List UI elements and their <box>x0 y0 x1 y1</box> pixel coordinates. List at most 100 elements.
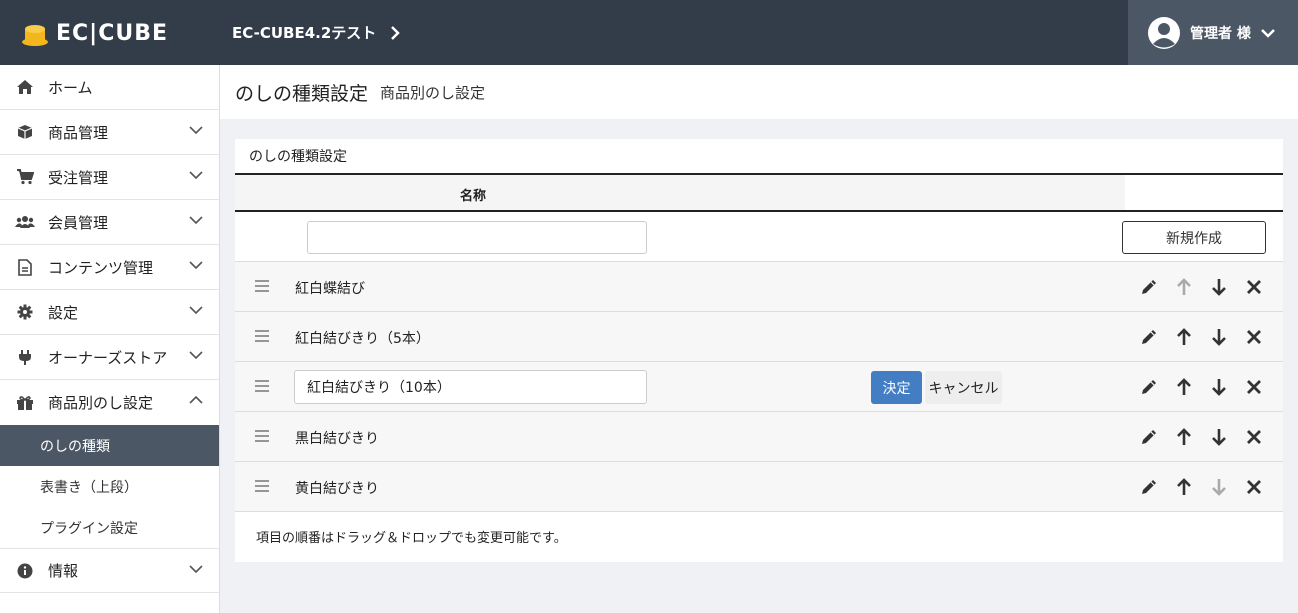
page-title-bar: のしの種類設定 商品別のし設定 <box>220 65 1298 119</box>
sidebar-item-owners-store[interactable]: オーナーズストア <box>0 335 219 380</box>
row-actions <box>1131 376 1271 398</box>
delete-icon[interactable] <box>1236 326 1271 348</box>
sidebar: ホーム 商品管理 受注管理 会員管理 コンテンツ管理 設定 オーナーズストア 商… <box>0 65 220 613</box>
move-down-icon[interactable] <box>1201 326 1236 348</box>
row-name: 紅白蝶結び <box>295 281 365 297</box>
reorder-note: 項目の順番はドラッグ＆ドロップでも変更可能です。 <box>256 530 567 546</box>
move-up-icon[interactable] <box>1166 376 1201 398</box>
drag-handle-icon[interactable] <box>255 330 269 342</box>
move-down-icon[interactable] <box>1201 376 1236 398</box>
edit-icon[interactable] <box>1131 326 1166 348</box>
sidebar-item-label: 商品別のし設定 <box>48 394 154 412</box>
sidebar-subitem-omotegaki[interactable]: 表書き（上段） <box>0 466 219 507</box>
sidebar-item-label: 設定 <box>48 303 79 322</box>
row-name: 紅白結びきり（5本） <box>295 331 430 347</box>
crown-logo-icon <box>22 25 48 46</box>
gift-icon <box>15 394 35 412</box>
page-title: のしの種類設定 <box>235 82 369 105</box>
table-header-actions <box>1125 175 1283 210</box>
chevron-down-icon <box>1260 28 1275 38</box>
edit-icon[interactable] <box>1131 476 1166 498</box>
card-title: のしの種類設定 <box>235 139 1283 175</box>
sidebar-item-label: ホーム <box>48 78 93 97</box>
sidebar-item-info[interactable]: 情報 <box>0 548 219 593</box>
sidebar-item-members[interactable]: 会員管理 <box>0 200 219 245</box>
sidebar-subitem-plugin-settings[interactable]: プラグイン設定 <box>0 507 219 548</box>
move-up-icon[interactable] <box>1166 476 1201 498</box>
row-actions <box>1131 426 1271 448</box>
delete-icon[interactable] <box>1236 276 1271 298</box>
table-row-editing[interactable]: 紅白結びきり（10本） 決定 キャンセル <box>235 362 1283 412</box>
edit-icon[interactable] <box>1131 376 1166 398</box>
move-up-icon[interactable] <box>1166 426 1201 448</box>
sidebar-item-noshi-settings[interactable]: 商品別のし設定 <box>0 380 219 425</box>
page-subtitle: 商品別のし設定 <box>380 83 486 102</box>
file-icon <box>15 258 35 276</box>
sidebar-subitem-noshi-types[interactable]: のしの種類 <box>0 425 219 466</box>
sidebar-item-label: コンテンツ管理 <box>48 258 154 277</box>
move-up-icon <box>1166 276 1201 298</box>
top-header: EC|CUBE EC-CUBE4.2テスト 管理者 様 <box>0 0 1298 65</box>
new-item-row: 新規作成 <box>235 212 1283 262</box>
table-row[interactable]: 黄白結びきり <box>235 462 1283 512</box>
sidebar-item-orders[interactable]: 受注管理 <box>0 155 219 200</box>
ec-cube-logo[interactable]: EC|CUBE <box>20 18 168 48</box>
sidebar-item-products[interactable]: 商品管理 <box>0 110 219 155</box>
row-name: 黒白結びきり <box>295 431 379 447</box>
chevron-down-icon <box>189 126 203 135</box>
delete-icon[interactable] <box>1236 376 1271 398</box>
cube-icon <box>15 123 35 141</box>
sidebar-item-settings[interactable]: 設定 <box>0 290 219 335</box>
chevron-down-icon <box>189 171 203 180</box>
row-actions <box>1131 276 1271 298</box>
sidebar-item-label: 情報 <box>48 562 79 580</box>
sidebar-submenu: のしの種類 表書き（上段） プラグイン設定 <box>0 425 219 548</box>
gear-icon <box>15 303 35 321</box>
user-name: 管理者 様 <box>1190 25 1251 42</box>
users-icon <box>15 213 35 231</box>
sidebar-item-contents[interactable]: コンテンツ管理 <box>0 245 219 290</box>
logo-text: EC|CUBE <box>56 20 169 46</box>
table-header: 名称 <box>235 175 1283 212</box>
cart-icon <box>15 168 35 186</box>
row-actions <box>1131 476 1271 498</box>
edit-icon[interactable] <box>1131 276 1166 298</box>
cancel-button[interactable]: キャンセル <box>925 371 1002 404</box>
row-actions <box>1131 326 1271 348</box>
table-row[interactable]: 紅白蝶結び <box>235 262 1283 312</box>
move-down-icon[interactable] <box>1201 426 1236 448</box>
drag-handle-icon[interactable] <box>255 430 269 442</box>
confirm-button[interactable]: 決定 <box>871 371 922 404</box>
user-avatar-icon <box>1148 16 1180 49</box>
user-menu[interactable]: 管理者 様 <box>1128 0 1298 65</box>
chevron-down-icon <box>189 216 203 225</box>
info-icon <box>15 562 35 580</box>
drag-handle-icon[interactable] <box>255 480 269 492</box>
sidebar-item-label: 会員管理 <box>48 213 109 232</box>
sidebar-item-home[interactable]: ホーム <box>0 65 219 110</box>
sidebar-item-label: 受注管理 <box>48 168 109 187</box>
column-name-header: 名称 <box>460 189 487 204</box>
shop-name: EC-CUBE4.2テスト <box>232 24 377 42</box>
move-up-icon[interactable] <box>1166 326 1201 348</box>
sidebar-item-label: 商品管理 <box>48 123 109 142</box>
shop-name-link[interactable]: EC-CUBE4.2テスト <box>232 22 401 43</box>
move-down-icon <box>1201 476 1236 498</box>
row-name-edit-input[interactable]: 紅白結びきり（10本） <box>294 370 647 404</box>
drag-handle-icon[interactable] <box>255 380 269 392</box>
plug-icon <box>15 348 35 366</box>
sidebar-item-label: オーナーズストア <box>48 348 168 367</box>
noshi-type-card: のしの種類設定 名称 新規作成 紅白蝶結び 紅白結びきり（5本） 紅白結びきり（ <box>235 139 1283 562</box>
delete-icon[interactable] <box>1236 426 1271 448</box>
chevron-up-icon <box>189 395 203 404</box>
chevron-right-icon <box>391 25 401 40</box>
create-button[interactable]: 新規作成 <box>1122 221 1266 254</box>
delete-icon[interactable] <box>1236 476 1271 498</box>
edit-icon[interactable] <box>1131 426 1166 448</box>
drag-handle-icon[interactable] <box>255 280 269 292</box>
table-row[interactable]: 黒白結びきり <box>235 412 1283 462</box>
table-row[interactable]: 紅白結びきり（5本） <box>235 312 1283 362</box>
chevron-down-icon <box>189 261 203 270</box>
new-name-input[interactable] <box>307 221 647 254</box>
move-down-icon[interactable] <box>1201 276 1236 298</box>
